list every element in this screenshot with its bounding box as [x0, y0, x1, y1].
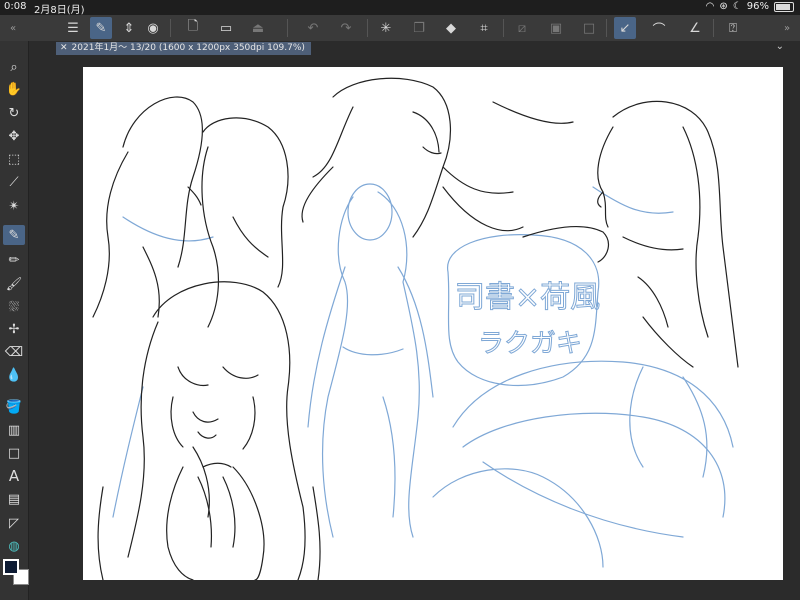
selection-icon[interactable]: ⬚	[3, 149, 25, 169]
frame-icon[interactable]: ▤	[3, 489, 25, 509]
menu-icon[interactable]: ☰	[62, 17, 84, 39]
shape-icon[interactable]: □	[3, 443, 25, 463]
sketch-artwork: 司書×荷風 ラクガキ	[92, 77, 739, 580]
chevron-updown-icon[interactable]: ⇕	[118, 17, 140, 39]
status-date: 2月8日(月)	[34, 5, 85, 16]
eyedropper-icon[interactable]: ⟋	[3, 172, 25, 192]
transform-icon[interactable]: ⌗	[473, 17, 495, 39]
undo-icon[interactable]: ↶	[302, 17, 324, 39]
battery-icon	[774, 1, 794, 12]
magic-wand-icon[interactable]: ✴	[3, 196, 25, 216]
collapse-right-icon[interactable]: »	[776, 17, 798, 39]
pencil-icon[interactable]: ✏	[3, 250, 25, 270]
decoration-icon[interactable]: ✢	[3, 319, 25, 339]
gradient-icon[interactable]: ▥	[3, 420, 25, 440]
open-folder-icon[interactable]: ▭	[215, 17, 237, 39]
bubble-subtitle-text: ラクガキ	[478, 329, 582, 359]
fill-icon[interactable]: 🪣	[3, 397, 25, 417]
wifi-icon: ◠	[705, 1, 715, 12]
status-time: 0:08	[4, 1, 27, 12]
orientation-lock-icon: ⊛	[719, 1, 728, 12]
help-icon[interactable]: ⍰	[722, 17, 744, 39]
document-tab-row: ✕ 2021年1月〜 13/20 (1600 x 1200px 350dpi 1…	[29, 41, 800, 56]
color-wheel-icon[interactable]: ◉	[142, 17, 164, 39]
layer-square-icon[interactable]: □	[578, 17, 600, 39]
rotate-icon[interactable]: ↻	[3, 103, 25, 123]
canvas-area[interactable]: 司書×荷風 ラクガキ	[29, 56, 800, 600]
collapse-left-icon[interactable]: «	[2, 17, 24, 39]
pen-settings-icon[interactable]: ✎	[90, 17, 112, 39]
battery-percent: 96%	[746, 1, 769, 12]
close-icon[interactable]: ✕	[60, 42, 68, 55]
correction-icon[interactable]: ◍	[3, 536, 25, 556]
moon-icon: ☾	[732, 1, 742, 12]
save-icon[interactable]: ⏏	[247, 17, 269, 39]
blend-icon[interactable]: 💧	[3, 365, 25, 385]
layer-box-icon[interactable]: ▣	[545, 17, 567, 39]
drawing-canvas[interactable]: 司書×荷風 ラクガキ	[83, 67, 783, 580]
zoom-icon[interactable]: ⌕	[3, 57, 25, 77]
eraser-icon[interactable]: ⌫	[3, 342, 25, 362]
document-tab-title: 2021年1月〜 13/20 (1600 x 1200px 350dpi 109…	[71, 43, 305, 53]
bubble-title-text: 司書×荷風	[455, 280, 600, 315]
new-file-icon[interactable]: 🗋	[182, 17, 204, 39]
pen-pressure-icon[interactable]: ↙	[614, 17, 636, 39]
status-bar: 0:08 2月8日(月) ◠ ⊛ ☾ 96%	[0, 0, 800, 16]
ruler-icon[interactable]: ◸	[3, 513, 25, 533]
layer-toggle-icon[interactable]: ⧄	[511, 17, 533, 39]
text-icon[interactable]: A	[3, 466, 25, 486]
hand-icon[interactable]: ✋	[3, 79, 25, 99]
brush-icon[interactable]: 🖌	[3, 274, 25, 294]
foreground-color-swatch[interactable]	[3, 559, 19, 575]
brush-icon[interactable]: ⌒	[648, 17, 670, 39]
ruler-icon[interactable]: ∠	[684, 17, 706, 39]
copy-icon[interactable]: ❐	[408, 17, 430, 39]
document-tab[interactable]: ✕ 2021年1月〜 13/20 (1600 x 1200px 350dpi 1…	[56, 42, 311, 55]
loading-icon[interactable]: ✳	[375, 17, 397, 39]
fill-icon[interactable]: ◆	[440, 17, 462, 39]
airbrush-icon[interactable]: ⛆	[3, 297, 25, 317]
move-icon[interactable]: ✥	[3, 126, 25, 146]
command-bar: « ☰ ✎ ⇕ ◉ 🗋 ▭ ⏏ ↶ ↷ ✳ ❐ ◆ ⌗ ⧄ ▣ □ ↙ ⌒ ∠ …	[0, 15, 800, 42]
pen-icon[interactable]: ✎	[3, 225, 25, 245]
redo-icon[interactable]: ↷	[335, 17, 357, 39]
tool-strip: ⌕ ✋ ↻ ✥ ⬚ ⟋ ✴ ✎ ✏ 🖌 ⛆ ✢ ⌫ 💧 🪣 ▥ □ A ▤ ◸ …	[0, 41, 29, 600]
chevron-down-icon[interactable]: ⌄	[776, 41, 784, 52]
